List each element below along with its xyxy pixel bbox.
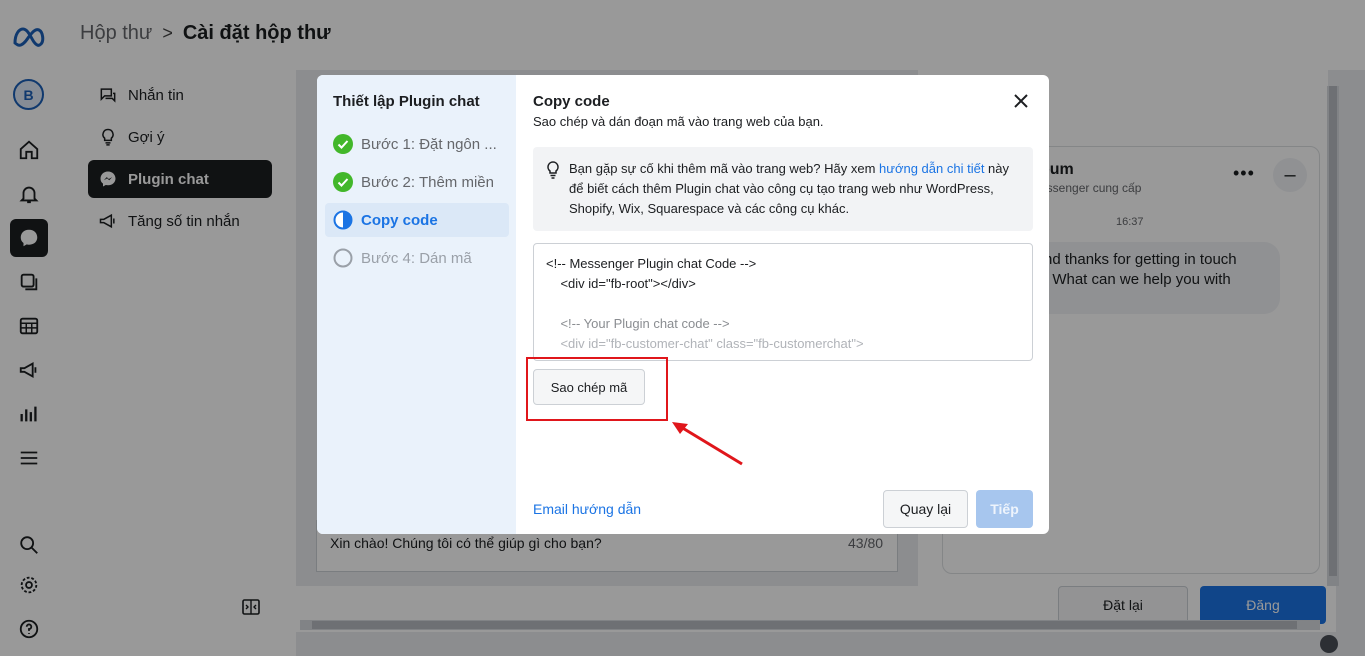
setup-steps-sidebar: Thiết lập Plugin chat Bước 1: Đặt ngôn .… <box>317 75 516 534</box>
empty-circle-icon <box>333 248 353 268</box>
detailed-guide-link[interactable]: hướng dẫn chi tiết <box>879 161 984 176</box>
help-tip: Bạn gặp sự cố khi thêm mã vào trang web?… <box>533 147 1033 231</box>
close-button[interactable] <box>1010 90 1032 112</box>
half-circle-progress-icon <box>333 210 353 230</box>
back-button[interactable]: Quay lại <box>883 490 968 528</box>
dialog-subtitle: Sao chép và dán đoạn mã vào trang web củ… <box>533 114 824 129</box>
step-label: Bước 4: Dán mã <box>361 249 472 267</box>
check-circle-icon <box>333 134 353 154</box>
close-icon <box>1014 94 1028 108</box>
next-button[interactable]: Tiếp <box>976 490 1033 528</box>
code-line: <!-- Messenger Plugin chat Code --> <box>546 256 757 271</box>
lightbulb-icon <box>547 161 559 179</box>
step-4[interactable]: Bước 4: Dán mã <box>325 241 509 275</box>
step-3-current[interactable]: Copy code <box>325 203 509 237</box>
check-circle-icon <box>333 172 353 192</box>
code-snippet-box[interactable]: <!-- Messenger Plugin chat Code --> <div… <box>533 243 1033 361</box>
step-label: Bước 1: Đặt ngôn ... <box>361 135 497 153</box>
highlight-annotation <box>526 357 668 421</box>
step-2[interactable]: Bước 2: Thêm miền <box>325 165 509 199</box>
code-line: <div id="fb-root"></div> <box>546 276 696 291</box>
code-line: <!-- Your Plugin chat code --> <box>546 316 730 331</box>
tip-text-before: Bạn gặp sự cố khi thêm mã vào trang web?… <box>569 161 880 176</box>
dialog-title: Copy code <box>533 93 610 110</box>
steps-title: Thiết lập Plugin chat <box>333 93 480 110</box>
annotation-arrow-icon <box>672 422 743 466</box>
code-line: <div id="fb-customer-chat" class="fb-cus… <box>546 336 864 351</box>
step-label: Copy code <box>361 211 438 229</box>
step-1[interactable]: Bước 1: Đặt ngôn ... <box>325 127 509 161</box>
step-label: Bước 2: Thêm miền <box>361 173 494 191</box>
email-instructions-link[interactable]: Email hướng dẫn <box>533 501 641 517</box>
